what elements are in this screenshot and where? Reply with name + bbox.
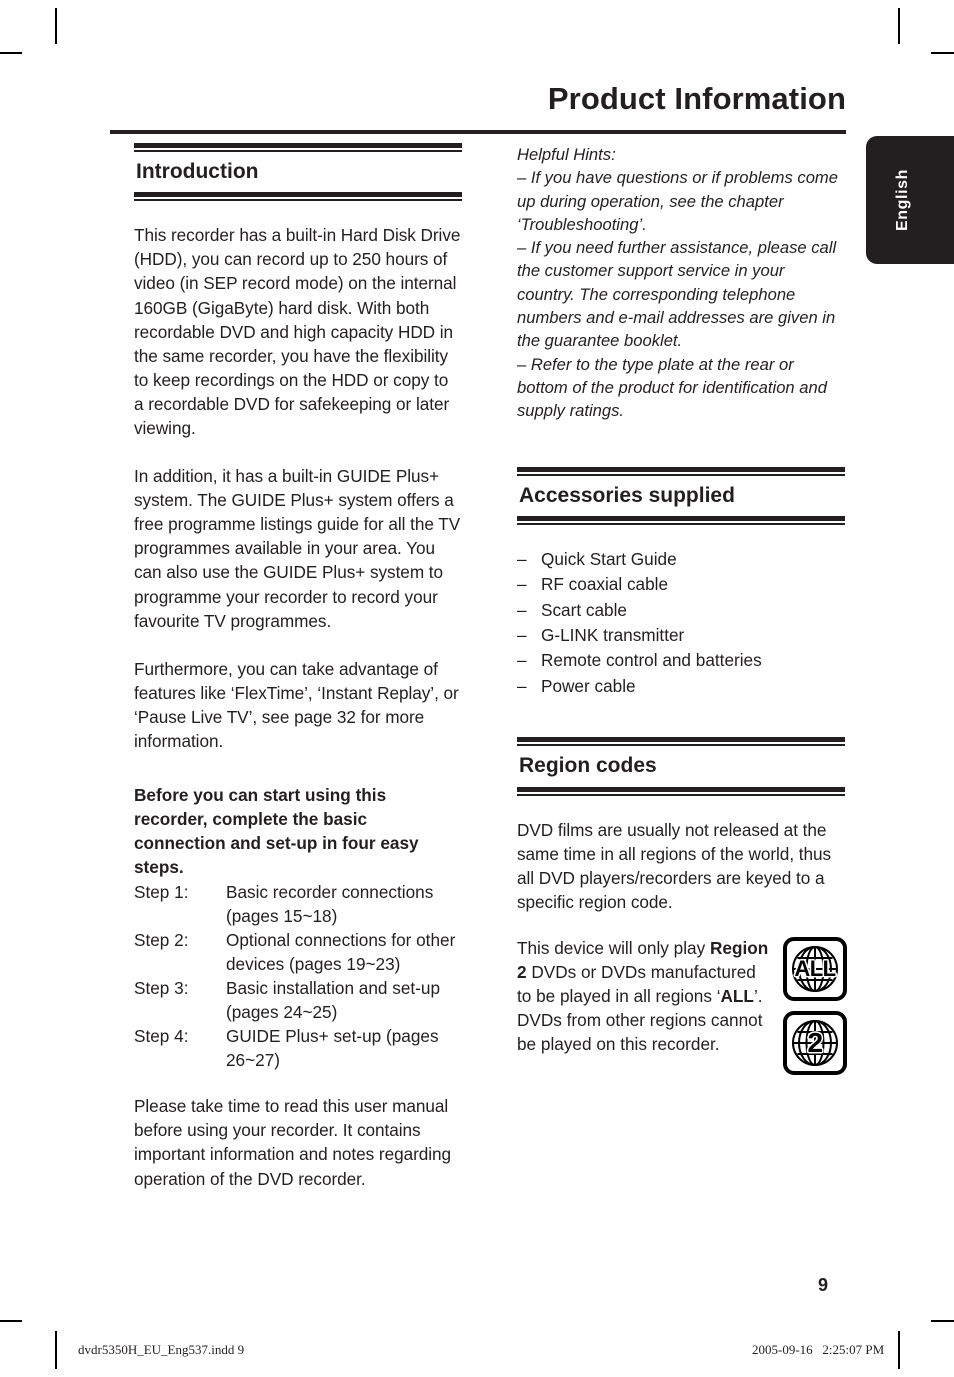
step-description: Basic recorder connections (pages 15~18) (226, 881, 434, 926)
introduction-paragraph-2: In addition, it has a built-in GUIDE Plu… (134, 466, 461, 631)
setup-steps-lead: Before you can start using this recorder… (134, 785, 419, 878)
step-row: Step 3: Basic installation and set-up (p… (134, 976, 462, 1024)
helpful-hints-item: – If you have questions or if problems c… (517, 168, 838, 234)
region-badge-2-label: 2 (807, 1026, 823, 1058)
helpful-hints-item: – If you need further assistance, please… (517, 238, 837, 351)
list-item: – Scart cable (517, 598, 845, 623)
page-title-rule (110, 130, 846, 134)
step-row: Step 2: Optional connections for other d… (134, 928, 462, 976)
list-item-label: Power cable (541, 675, 636, 696)
region-badge-2: 2 (783, 1010, 847, 1075)
list-item-label: Quick Start Guide (541, 548, 677, 569)
region-codes-device-block: This device will only play Region 2 DVDs… (517, 936, 847, 1075)
crop-mark-top-left-vertical (55, 8, 57, 44)
list-item: – Quick Start Guide (517, 547, 845, 572)
setup-steps-list: Step 1: Basic recorder connections (page… (134, 880, 462, 1073)
heading-rule-top (517, 466, 845, 476)
introduction-paragraph-1: This recorder has a built-in Hard Disk D… (134, 225, 461, 438)
region-badge-all-label-wrap: ALL (787, 941, 843, 997)
left-column: Introduction This recorder has a built-i… (134, 143, 462, 1191)
introduction-heading: Introduction (136, 160, 259, 183)
page-title: Product Information (547, 81, 846, 116)
list-item-label: RF coaxial cable (541, 574, 669, 595)
footer-timestamp: 2005-09-16 2:25:07 PM (752, 1342, 885, 1357)
page-number: 9 (817, 1275, 828, 1295)
heading-rule-top (517, 737, 845, 747)
list-item: – Remote control and batteries (517, 648, 845, 673)
region-codes-section: Region codes (517, 737, 845, 796)
accessories-list: – Quick Start Guide – RF coaxial cable –… (517, 547, 845, 699)
list-item-label: G-LINK transmitter (541, 625, 685, 646)
dash-bullet-icon: – (517, 675, 527, 696)
list-item: – G-LINK transmitter (517, 623, 845, 648)
crop-mark-bottom-left-horizontal (0, 1320, 22, 1322)
step-row: Step 1: Basic recorder connections (page… (134, 880, 462, 928)
region-codes-heading: Region codes (519, 754, 657, 778)
step-label: Step 4: (134, 1026, 189, 1047)
list-item: – Power cable (517, 674, 845, 699)
region-text-part-1: This device will only play (517, 937, 710, 958)
heading-rule-bottom (517, 786, 845, 796)
region-badge-all-label: ALL (794, 955, 836, 981)
crop-mark-bottom-right-horizontal (931, 1320, 954, 1322)
dash-bullet-icon: – (517, 548, 527, 569)
region-codes-paragraph-1: DVD films are usually not released at th… (517, 819, 832, 912)
crop-mark-top-left-horizontal (0, 52, 22, 54)
step-description: Basic installation and set-up (pages 24~… (226, 977, 441, 1022)
helpful-hints-title: Helpful Hints: (517, 145, 616, 164)
crop-mark-bottom-left-vertical (55, 1331, 57, 1369)
region-all-bold: ALL (720, 986, 754, 1007)
heading-rule-bottom (517, 515, 845, 525)
step-description: GUIDE Plus+ set-up (pages 26~27) (226, 1026, 439, 1071)
step-label: Step 2: (134, 929, 189, 950)
introduction-section: Introduction (134, 143, 462, 202)
heading-rule-top (134, 143, 462, 152)
list-item: – RF coaxial cable (517, 572, 845, 597)
accessories-heading: Accessories supplied (519, 483, 735, 507)
crop-mark-top-right-vertical (898, 8, 900, 44)
step-label: Step 1: (134, 881, 189, 902)
list-item-label: Scart cable (541, 599, 627, 620)
accessories-section: Accessories supplied (517, 466, 845, 525)
introduction-paragraph-3: Furthermore, you can take advantage of f… (134, 658, 459, 752)
region-codes-paragraph-2: This device will only play Region 2 DVDs… (517, 936, 772, 1056)
right-column: Helpful Hints: – If you have questions o… (517, 143, 847, 1075)
dash-bullet-icon: – (517, 625, 527, 646)
step-label: Step 3: (134, 977, 189, 998)
language-tab-english: English (866, 136, 954, 264)
region-badge-2-label-wrap: 2 (787, 1015, 843, 1071)
crop-mark-bottom-right-vertical (898, 1331, 900, 1369)
step-description: Optional connections for other devices (… (226, 929, 456, 974)
list-item-label: Remote control and batteries (541, 650, 762, 671)
heading-rule-bottom (134, 192, 462, 202)
crop-mark-top-right-horizontal (931, 52, 954, 54)
language-tab-label: English (894, 169, 911, 231)
step-row: Step 4: GUIDE Plus+ set-up (pages 26~27) (134, 1024, 462, 1072)
region-badge-group: ALL 2 (783, 936, 849, 1075)
helpful-hints-item: – Refer to the type plate at the rear or… (517, 354, 827, 421)
introduction-paragraph-4: Please take time to read this user manua… (134, 1096, 452, 1189)
dash-bullet-icon: – (517, 574, 527, 595)
footer-file-name: dvdr5350H_EU_Eng537.indd 9 (78, 1342, 245, 1357)
region-badge-all: ALL (783, 936, 847, 1001)
dash-bullet-icon: – (517, 599, 527, 620)
dash-bullet-icon: – (517, 650, 527, 671)
